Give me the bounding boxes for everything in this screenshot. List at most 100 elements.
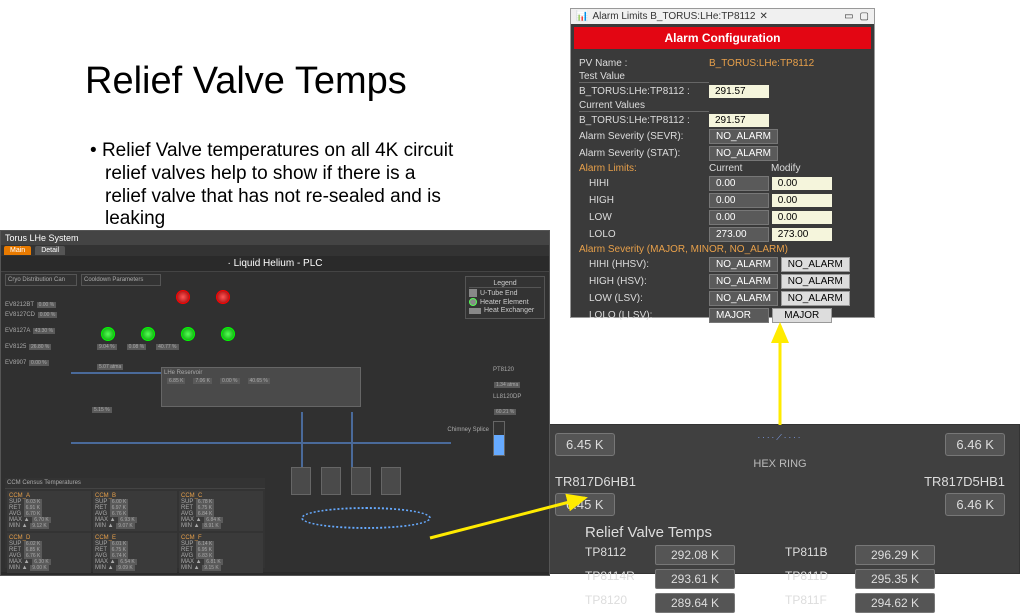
- lhe-reservoir-label: LHe Reservoir: [162, 368, 360, 378]
- high-modify-input[interactable]: 0.00: [772, 194, 832, 207]
- schematic-panel-title: · Liquid Helium - PLC: [1, 256, 549, 272]
- col-current: Current: [709, 163, 771, 174]
- ccm-block: CCM_DSUP 6.02 KRET 6.85 KAVG 6.76 KMAX ▲…: [7, 533, 91, 573]
- low-current: 0.00: [709, 210, 769, 225]
- tab-main[interactable]: Main: [4, 246, 31, 255]
- top-left-reading: 6.45 K: [555, 433, 615, 456]
- atma-reading: 5.07 atma: [97, 364, 123, 370]
- ccm-block: CCM_FSUP 6.14 KRET 6.95 KAVG 6.83 KMAX ▲…: [179, 533, 263, 573]
- tab-detail[interactable]: Detail: [35, 246, 65, 255]
- sevr-label: Alarm Severity (SEVR):: [579, 131, 709, 142]
- window-title: Alarm Limits B_TORUS:LHe:TP8112: [592, 11, 755, 22]
- level-gauge: [493, 421, 505, 456]
- high-label: HIGH: [579, 195, 709, 206]
- rv-value: 289.64 K: [655, 593, 735, 613]
- pump-block[interactable]: [351, 467, 371, 495]
- sevr-value: NO_ALARM: [709, 129, 778, 144]
- hihi-label: HIHI: [579, 178, 709, 189]
- rv-value: 292.08 K: [655, 545, 735, 565]
- schematic-app-title: Torus LHe System: [1, 231, 549, 245]
- tab-close-icon[interactable]: ✕: [759, 11, 767, 22]
- window-icon: 📊: [576, 11, 588, 22]
- maximize-icon[interactable]: ▢: [860, 11, 869, 22]
- valve-icon[interactable]: [176, 290, 190, 304]
- alarm-config-header: Alarm Configuration: [574, 27, 871, 49]
- side-reading: 60.21 %: [494, 409, 516, 415]
- ev-list: EV8212BT 0.00 % EV8127CD 0.00 % EV8127A …: [5, 302, 69, 366]
- stat-value: NO_ALARM: [709, 146, 778, 161]
- lolo-current: 273.00: [709, 227, 769, 242]
- side-reading: 1.34 atma: [494, 382, 520, 388]
- pump-block[interactable]: [291, 467, 311, 495]
- hhsv-current: NO_ALARM: [709, 257, 778, 272]
- cryo-label: Cryo Distribution Can: [8, 277, 74, 283]
- llsv-modify-button[interactable]: MAJOR: [772, 308, 832, 323]
- arrow-to-alarm-window: [760, 320, 810, 430]
- valve-icon[interactable]: [101, 327, 115, 341]
- window-titlebar[interactable]: 📊 Alarm Limits B_TORUS:LHe:TP8112 ✕ ▭ ▢: [571, 9, 874, 24]
- pct-reading: 5.15 %: [92, 407, 112, 413]
- ccm-block: CCM_BSUP 6.00 KRET 6.97 KAVG 6.76 KMAX ▲…: [93, 491, 177, 531]
- ccm-block: CCM_ESUP 6.01 KRET 6.75 KAVG 6.74 KMAX ▲…: [93, 533, 177, 573]
- legend-utube: U-Tube End: [480, 290, 517, 297]
- relief-valve-zoom-panel: 6.45 K ····⟋···· 6.46 K HEX RING TR817D6…: [540, 424, 1020, 574]
- lsv-modify-button[interactable]: NO_ALARM: [781, 291, 850, 306]
- legend-hex: Heat Exchanger: [484, 307, 534, 314]
- tr-right-name: TR817D5HB1: [924, 474, 1005, 489]
- minimize-icon[interactable]: ▭: [844, 11, 853, 22]
- lsv-current: NO_ALARM: [709, 291, 778, 306]
- legend-box: Legend U-Tube End Heater Element Heat Ex…: [465, 276, 545, 319]
- rv-value: 293.61 K: [655, 569, 735, 589]
- hex-ring-icon: [301, 507, 431, 529]
- pump-block[interactable]: [321, 467, 341, 495]
- rv-name: TP811B: [785, 545, 845, 565]
- hihi-modify-input[interactable]: 0.00: [772, 177, 832, 190]
- current-values-label: Current Values: [579, 100, 709, 112]
- hsv-label: HIGH (HSV):: [579, 276, 709, 287]
- hsv-modify-button[interactable]: NO_ALARM: [781, 274, 850, 289]
- rv-value: 296.29 K: [855, 545, 935, 565]
- test-value-label: Test Value: [579, 71, 709, 83]
- high-current: 0.00: [709, 193, 769, 208]
- hihi-current: 0.00: [709, 176, 769, 191]
- schematic-tabs: Main Detail: [1, 245, 549, 256]
- ccm-block: CCM_ASUP 6.03 KRET 6.91 KAVG 6.70 KMAX ▲…: [7, 491, 91, 531]
- lhe-schematic-window[interactable]: Torus LHe System Main Detail · Liquid He…: [0, 230, 550, 576]
- res-reading: 0.00 %: [220, 378, 240, 384]
- legend-title: Legend: [469, 280, 541, 288]
- res-reading: 6.85 K: [167, 378, 185, 384]
- top-right-reading: 6.46 K: [945, 433, 1005, 456]
- llsv-label: LOLO (LLSV):: [579, 310, 709, 321]
- test-value-input[interactable]: 291.57: [709, 85, 769, 98]
- side-label: LL8120DP: [493, 394, 543, 400]
- hhsv-label: HIHI (HHSV):: [579, 259, 709, 270]
- tr-left-reading: 6.45 K: [555, 493, 615, 516]
- dots-icon: ····⟋····: [758, 433, 803, 456]
- lolo-modify-input[interactable]: 273.00: [772, 228, 832, 241]
- res-reading: 7.06 K: [193, 378, 211, 384]
- lolo-label: LOLO: [579, 229, 709, 240]
- ccm-block: CCM_CSUP 6.78 KRET 6.75 KAVG 6.84 KMAX ▲…: [179, 491, 263, 531]
- stat-label: Alarm Severity (STAT):: [579, 148, 709, 159]
- slide-bullet: Relief Valve temperatures on all 4K circ…: [105, 140, 455, 231]
- low-modify-input[interactable]: 0.00: [772, 211, 832, 224]
- relief-valve-grid: TP8112292.08 KTP811B296.29 K TP8114R293.…: [585, 545, 1005, 613]
- valve-icon[interactable]: [216, 290, 230, 304]
- tr-right-reading: 6.46 K: [945, 493, 1005, 516]
- hsv-current: NO_ALARM: [709, 274, 778, 289]
- pump-block[interactable]: [381, 467, 401, 495]
- alarm-limits-label: Alarm Limits:: [579, 163, 709, 174]
- res-reading: 40.65 %: [248, 378, 270, 384]
- tr-left-name: TR817D6HB1: [555, 474, 636, 489]
- hhsv-modify-button[interactable]: NO_ALARM: [781, 257, 850, 272]
- valve-icon[interactable]: [141, 327, 155, 341]
- alarm-severity-header: Alarm Severity (MAJOR, MINOR, NO_ALARM): [579, 244, 788, 255]
- lsv-label: LOW (LSV):: [579, 293, 709, 304]
- valve-icon[interactable]: [221, 327, 235, 341]
- rv-name: TP8114R: [585, 569, 645, 589]
- rv-value: 295.35 K: [855, 569, 935, 589]
- pct-reading: 40.77 %: [156, 344, 178, 350]
- valve-icon[interactable]: [181, 327, 195, 341]
- rv-name: TP811D: [785, 569, 845, 589]
- current-value: 291.57: [709, 114, 769, 127]
